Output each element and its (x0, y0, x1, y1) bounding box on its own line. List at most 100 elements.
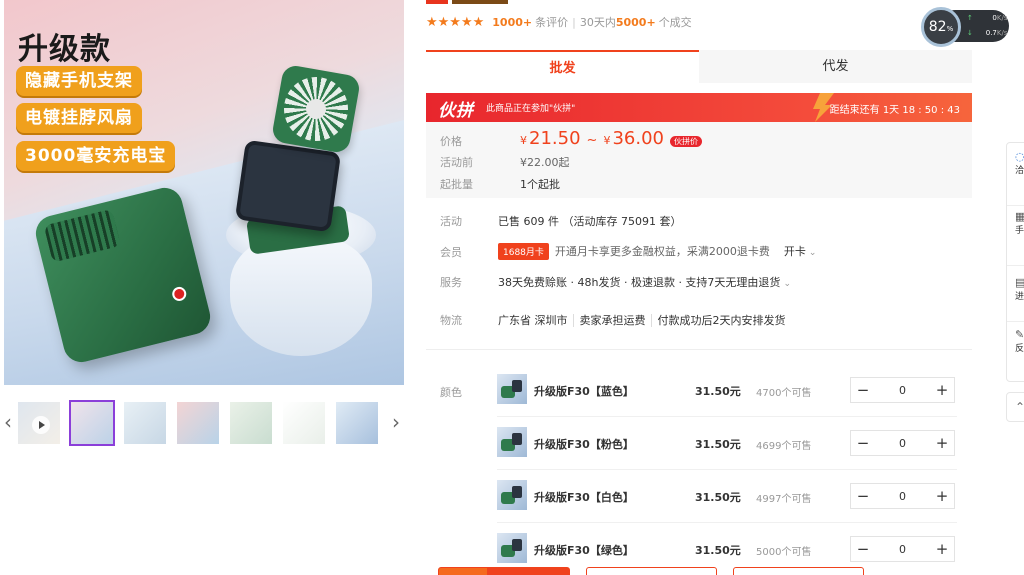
moq-value: 1个起批 (520, 178, 560, 191)
rating-stars-icon: ★★★★★ (426, 14, 485, 30)
thumb-2[interactable] (69, 400, 115, 446)
increase-button[interactable]: + (930, 537, 954, 561)
service-chevron-icon[interactable]: ⌄ (783, 279, 791, 289)
sidebar-item-purchase[interactable]: ▤ 进货 (1015, 277, 1024, 303)
monthly-card-badge: 1688月卡 (498, 243, 549, 260)
decrease-button[interactable]: − (851, 484, 875, 508)
promo-tag-phone-stand: 隐藏手机支架 (16, 66, 142, 96)
logistics-ship-time: 付款成功后2天内安排发货 (650, 314, 786, 327)
increase-button[interactable]: + (930, 484, 954, 508)
thumb-7[interactable] (334, 400, 380, 446)
upload-speed-unit: K/s (996, 14, 1008, 22)
logistics-label: 物流 (440, 314, 462, 327)
deal-count: 5000+ (615, 15, 656, 29)
service-text: 38天免费赊账 · 48h发货 · 极速退款 · 支持7天无理由退货 (498, 276, 781, 289)
increase-button[interactable]: + (930, 431, 954, 455)
qr-code-icon: ▦ (1015, 210, 1024, 223)
open-card-link[interactable]: 开卡 (784, 245, 806, 258)
sku-row: 升级版F30【粉色】 31.50元 4699个可售 −0 + (497, 418, 957, 470)
sku-stock: 4997个可售 (756, 494, 812, 505)
price-tilde: ~ (586, 133, 598, 148)
thumb-video[interactable] (16, 400, 62, 446)
thumbnail-strip: ‹ › (0, 398, 404, 450)
quantity-input[interactable]: 0 (875, 543, 930, 556)
member-row: 会员 1688月卡 开通月卡享更多金融权益，采满2000退卡费 开卡 ⌄ (426, 240, 972, 260)
decrease-button[interactable]: − (851, 431, 875, 455)
quantity-input[interactable]: 0 (875, 384, 930, 397)
title-badge-secondary (452, 0, 508, 4)
download-arrow-icon: ↓ (967, 29, 973, 37)
main-product-image[interactable]: 升级款 隐藏手机支架 电镀挂脖风扇 3000毫安充电宝 (4, 0, 404, 385)
product-gallery: 升级款 隐藏手机支架 电镀挂脖风扇 3000毫安充电宝 ‹ › (0, 0, 404, 450)
product-page: 升级款 隐藏手机支架 电镀挂脖风扇 3000毫安充电宝 ‹ › ★★★★★ 10… (0, 0, 1024, 575)
thumb-6[interactable] (281, 400, 327, 446)
period-label: 30天内 (579, 16, 616, 29)
deal-label: 个成交 (658, 16, 692, 29)
moq-label: 起批量 (440, 178, 473, 191)
dropship-button[interactable] (733, 567, 864, 575)
section-divider (426, 349, 972, 350)
thumb-image (124, 402, 166, 444)
sku-stock: 4699个可售 (756, 441, 812, 452)
decrease-button[interactable]: − (851, 378, 875, 402)
sidebar-item-chat[interactable]: ◌ 洽谈 (1015, 151, 1024, 177)
increase-button[interactable]: + (930, 378, 954, 402)
sku-mini-phone (512, 433, 522, 445)
logistics-origin[interactable]: 广东省 深圳市 (498, 314, 568, 327)
thumb-image (230, 402, 272, 444)
thumb-5[interactable] (228, 400, 274, 446)
service-row: 服务 38天免费赊账 · 48h发货 · 极速退款 · 支持7天无理由退货 ⌄ (426, 271, 972, 291)
sku-thumbnail[interactable] (497, 480, 527, 510)
sku-price: 31.50元 (695, 544, 741, 557)
review-label: 条评价 (535, 16, 569, 29)
thumb-4[interactable] (175, 400, 221, 446)
floating-sidebar: ◌ 洽谈 ▦ 手下 ▤ 进货 ✎ 反馈 (1006, 142, 1024, 382)
tab-wholesale[interactable]: 批发 (426, 50, 699, 83)
phone-product (234, 139, 342, 233)
download-speed-unit: K/s (996, 29, 1008, 37)
sidebar-chat-label: 洽谈 (1015, 166, 1024, 176)
sku-price: 31.50元 (695, 385, 741, 398)
member-label: 会员 (440, 246, 462, 259)
service-value[interactable]: 38天免费赊账 · 48h发货 · 极速退款 · 支持7天无理由退货 ⌄ (498, 274, 791, 290)
review-count[interactable]: 1000+ (492, 16, 532, 29)
quantity-input[interactable]: 0 (875, 437, 930, 450)
sku-mini-phone (512, 539, 522, 551)
chevron-down-icon[interactable]: ⌄ (809, 248, 817, 258)
upload-speed: ↑ 0K/s (967, 14, 1007, 22)
thumb-3[interactable] (122, 400, 168, 446)
quantity-input[interactable]: 0 (875, 490, 930, 503)
sidebar-mobile-label: 手下 (1015, 226, 1024, 236)
countdown-timer: 距结束还有 1天 18 : 50 : 43 (829, 105, 960, 116)
sku-thumbnail[interactable] (497, 427, 527, 457)
network-speed-widget[interactable]: 82% ↑ 0K/s ↓ 0.7K/s (921, 7, 1009, 47)
play-icon[interactable] (32, 416, 50, 434)
rating-row: ★★★★★ 1000+ 条评价 | 30天内 5000+ 个成交 (426, 13, 692, 31)
sidebar-item-mobile[interactable]: ▦ 手下 (1015, 211, 1024, 237)
activity-value: 已售 609 件 （活动库存 75091 套） (498, 215, 682, 228)
sku-thumbnail[interactable] (497, 533, 527, 563)
sidebar-item-feedback[interactable]: ✎ 反馈 (1015, 329, 1024, 355)
download-speed: ↓ 0.7K/s (967, 29, 1007, 37)
cart-button[interactable] (586, 567, 717, 575)
sku-stock: 5000个可售 (756, 547, 812, 558)
tab-dropship[interactable]: 代发 (699, 50, 972, 83)
thumb-next-icon[interactable]: › (390, 410, 402, 434)
order-button[interactable] (438, 567, 570, 575)
back-to-top-icon[interactable]: ⌃ (1006, 392, 1024, 422)
price-min: 21.50 (529, 128, 581, 149)
thumb-image (177, 402, 219, 444)
thumb-image (71, 402, 113, 444)
decrease-button[interactable]: − (851, 537, 875, 561)
thumb-prev-icon[interactable]: ‹ (2, 410, 14, 434)
thumb-image (283, 402, 325, 444)
promo-description: 此商品正在参加"伙拼" (486, 104, 576, 114)
feedback-icon: ✎ (1015, 328, 1024, 341)
sku-thumbnail[interactable] (497, 374, 527, 404)
sku-row: 升级版F30【白色】 31.50元 4997个可售 −0 + (497, 471, 957, 523)
rating-divider: | (572, 15, 576, 29)
currency-symbol-max: ¥ (603, 134, 611, 147)
before-price-value: ¥22.00起 (520, 156, 570, 169)
sku-name: 升级版F30【蓝色】 (534, 385, 634, 398)
quantity-stepper: −0 + (850, 377, 955, 403)
